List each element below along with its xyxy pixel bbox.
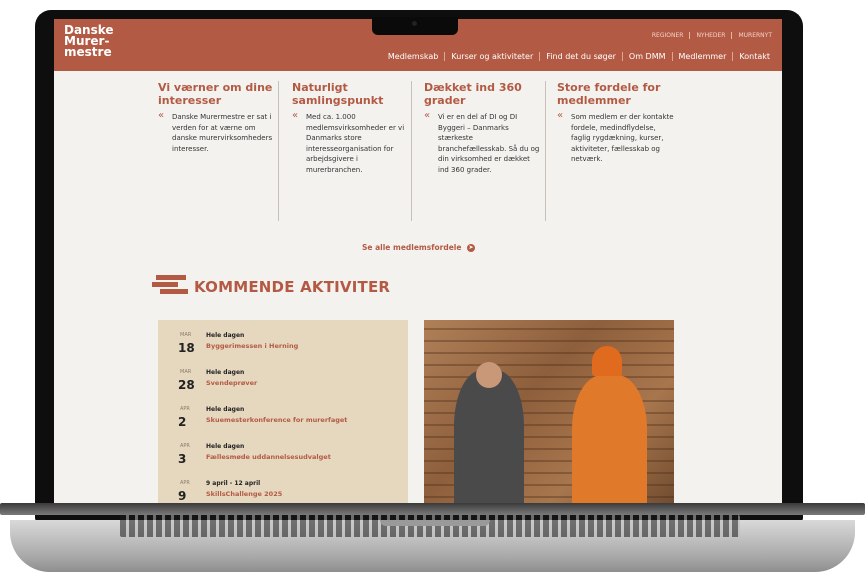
event-day: 28 xyxy=(178,378,195,392)
activities-heading: KOMMENDE AKTIVITER xyxy=(194,278,391,296)
event-day: 2 xyxy=(178,415,187,429)
top-link-murernyt[interactable]: MURERNYT xyxy=(731,32,772,39)
nav-medlemmer[interactable]: Medlemmer xyxy=(671,52,733,61)
person-left xyxy=(454,370,524,503)
event-month: MAR xyxy=(180,369,192,375)
event-month: APR xyxy=(180,406,190,412)
top-link-regioner[interactable]: REGIONER xyxy=(652,32,684,39)
divider xyxy=(278,81,279,221)
hard-hat xyxy=(592,346,622,376)
nav-medlemskab[interactable]: Medlemskab xyxy=(382,52,444,61)
feature-text: Med ca. 1.000 medlemsvirksomheder er vi … xyxy=(292,111,410,175)
nav-kontakt[interactable]: Kontakt xyxy=(732,52,776,61)
event-day: 9 xyxy=(178,489,187,503)
feature-title: Vi værner om dine interesser xyxy=(158,81,273,107)
feature-text: Danske Murermestre er sat i verden for a… xyxy=(158,111,276,154)
feature-columns: Vi værner om dine interesser Danske Mure… xyxy=(158,81,678,221)
event-name[interactable]: Svendeprøver xyxy=(206,379,257,387)
person-right xyxy=(572,375,647,503)
event-name[interactable]: Skuemesterkonference for murerfaget xyxy=(206,416,347,424)
event-time: 9 april - 12 april xyxy=(206,480,261,487)
feature-title: Dækket ind 360 grader xyxy=(424,81,522,107)
camera-notch xyxy=(372,17,458,35)
divider xyxy=(411,81,412,221)
divider xyxy=(545,81,546,221)
event-month: APR xyxy=(180,480,190,486)
logo-line-3: mestre xyxy=(64,45,112,59)
feature-3: Dækket ind 360 grader Vi er en del af DI… xyxy=(424,81,542,175)
event-name[interactable]: SkillsChallenge 2025 xyxy=(206,490,282,498)
event-time: Hele dagen xyxy=(206,369,245,376)
nav-find[interactable]: Find det du søger xyxy=(539,52,622,61)
event-time: Hele dagen xyxy=(206,406,245,413)
event-month: APR xyxy=(180,443,190,449)
event-day: 18 xyxy=(178,341,195,355)
bricks-icon xyxy=(152,275,188,295)
feature-4: Store fordele for medlemmer Som medlem e… xyxy=(557,81,675,165)
feature-title: Naturligt samlingspunkt xyxy=(292,81,384,107)
camera-icon xyxy=(412,21,417,26)
feature-text: Som medlem er der kontakte fordele, medi… xyxy=(557,111,675,165)
feature-1: Vi værner om dine interesser Danske Mure… xyxy=(158,81,276,154)
event-time: Hele dagen xyxy=(206,443,245,450)
person-left-head xyxy=(476,362,502,388)
event-time: Hele dagen xyxy=(206,332,245,339)
laptop-hinge xyxy=(0,503,865,515)
activity-photo xyxy=(424,320,674,503)
event-day: 3 xyxy=(178,452,187,466)
arrow-right-icon: ➤ xyxy=(467,244,476,252)
see-all-label: Se alle medlemsfordele xyxy=(362,243,462,252)
feature-title: Store fordele for medlemmer xyxy=(557,81,661,107)
see-all-benefits-link[interactable]: Se alle medlemsfordele ➤ xyxy=(362,243,476,252)
site-logo[interactable]: Danske Murer- mestre xyxy=(64,24,114,59)
feature-2: Naturligt samlingspunkt Med ca. 1.000 me… xyxy=(292,81,410,175)
top-links: REGIONER NYHEDER MURERNYT xyxy=(652,32,772,39)
main-nav: Medlemskab Kurser og aktiviteter Find de… xyxy=(382,52,776,61)
laptop-screen: Danske Murer- mestre REGIONER NYHEDER MU… xyxy=(54,19,782,503)
feature-text: Vi er en del af DI og DI Byggeri – Danma… xyxy=(424,111,542,175)
top-link-nyheder[interactable]: NYHEDER xyxy=(689,32,725,39)
event-name[interactable]: Byggerimessen i Herning xyxy=(206,342,298,350)
events-list: MAR 18 Hele dagen Byggerimessen i Hernin… xyxy=(158,320,408,503)
keyboard xyxy=(120,515,740,537)
nav-kurser[interactable]: Kurser og aktiviteter xyxy=(444,52,539,61)
event-month: MAR xyxy=(180,332,192,338)
event-name[interactable]: Fællesmøde uddannelsesudvalget xyxy=(206,453,331,461)
trackpad-notch xyxy=(380,520,490,526)
nav-om-dmm[interactable]: Om DMM xyxy=(621,52,672,61)
